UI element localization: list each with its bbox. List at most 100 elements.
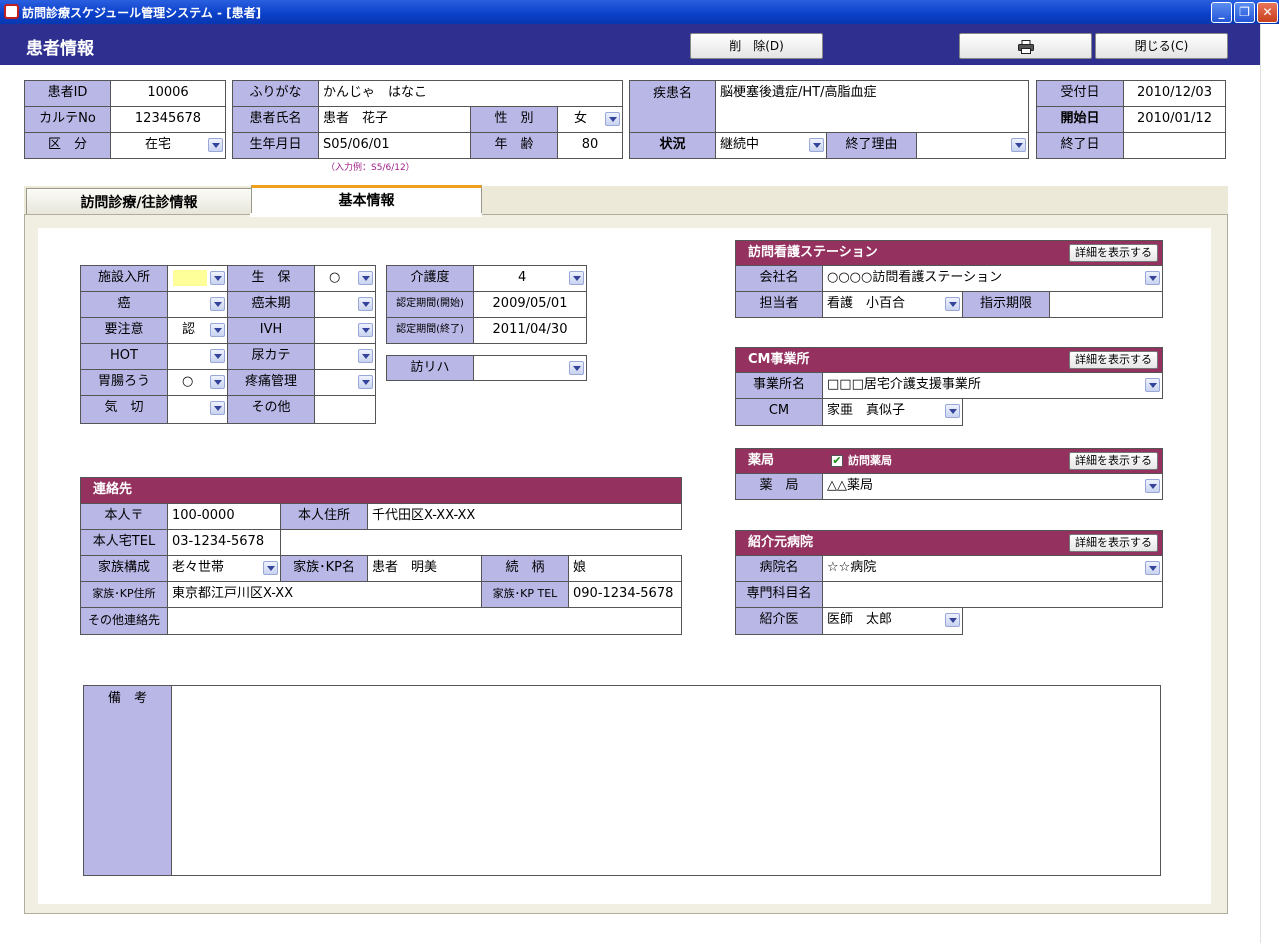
chevron-down-icon[interactable] — [1145, 271, 1160, 285]
status-select[interactable]: 継続中 — [715, 132, 827, 159]
irou-value: ○ — [182, 374, 194, 389]
nintei-end-field[interactable]: 2011/04/30 — [473, 317, 587, 344]
restore-button[interactable]: ❐ — [1234, 2, 1255, 23]
close-window-button[interactable]: ✕ — [1257, 2, 1278, 23]
hospital-doctor-select[interactable]: 医師 太郎 — [822, 607, 963, 635]
nintei-start-field[interactable]: 2009/05/01 — [473, 291, 587, 318]
chevron-down-icon[interactable] — [945, 297, 960, 311]
irou-select[interactable]: ○ — [167, 369, 228, 396]
chevron-down-icon[interactable] — [210, 271, 225, 285]
kubun-select[interactable]: 在宅 — [110, 132, 226, 159]
nursing-staff-select[interactable]: 看護 小百合 — [822, 291, 963, 318]
gan-select[interactable] — [167, 291, 228, 318]
kp-name-field[interactable]: 患者 明美 — [367, 555, 482, 582]
zip-field[interactable]: 100-0000 — [167, 503, 281, 530]
ivh-label: IVH — [227, 317, 315, 344]
chevron-down-icon[interactable] — [210, 323, 225, 337]
toutsu-select[interactable] — [314, 369, 376, 396]
address-field[interactable]: 千代田区X-XX-XX — [367, 503, 682, 530]
furigana-field[interactable]: かんじゃ はなこ — [318, 80, 623, 107]
seiho-select[interactable]: ○ — [314, 265, 376, 292]
disease-field[interactable]: 脳梗塞後遺症/HT/高脂血症 — [715, 80, 1029, 133]
chevron-down-icon[interactable] — [358, 349, 373, 363]
chevron-down-icon[interactable] — [569, 361, 584, 375]
houriha-select[interactable] — [473, 355, 587, 381]
end-date-field[interactable] — [1123, 132, 1226, 159]
chevron-down-icon[interactable] — [210, 401, 225, 415]
start-date-field[interactable]: 2010/01/12 — [1123, 106, 1226, 133]
chevron-down-icon[interactable] — [358, 297, 373, 311]
nyokate-select[interactable] — [314, 343, 376, 370]
cm-person-select[interactable]: 家亜 真似子 — [822, 398, 963, 426]
nursing-period-field[interactable] — [1049, 291, 1163, 318]
ganmakki-select[interactable] — [314, 291, 376, 318]
chevron-down-icon[interactable] — [358, 271, 373, 285]
chevron-down-icon[interactable] — [1145, 378, 1160, 392]
birth-field[interactable]: S05/06/01 — [318, 132, 471, 159]
chevron-down-icon[interactable] — [1145, 561, 1160, 575]
minimize-button[interactable]: _ — [1211, 2, 1232, 23]
karte-no-field[interactable]: 12345678 — [110, 106, 226, 133]
cm-detail-button[interactable]: 詳細を表示する — [1069, 351, 1158, 369]
chevron-down-icon[interactable] — [945, 613, 960, 627]
nursing-company-select[interactable]: ○○○○訪問看護ステーション — [822, 265, 1163, 292]
tel-field[interactable]: 03-1234-5678 — [167, 529, 281, 556]
chevron-down-icon[interactable] — [605, 112, 620, 126]
nursing-detail-button[interactable]: 詳細を表示する — [1069, 244, 1158, 262]
ivh-select[interactable] — [314, 317, 376, 344]
kaigo-select[interactable]: 4 — [473, 265, 587, 292]
kisetsu-select[interactable] — [167, 395, 228, 424]
hospital-dept-field[interactable] — [822, 581, 1163, 608]
sonota-field[interactable] — [314, 395, 376, 424]
close-button[interactable]: 閉じる(C) — [1095, 33, 1228, 59]
kp-address-field[interactable]: 東京都江戸川区X-XX — [167, 581, 482, 608]
chevron-down-icon[interactable] — [569, 271, 584, 285]
cm-office-select[interactable]: □□□居宅介護支援事業所 — [822, 372, 1163, 399]
patient-id-field[interactable]: 10006 — [110, 80, 226, 107]
hospital-name-select[interactable]: ☆☆病院 — [822, 555, 1163, 582]
pharmacy-name-label: 薬 局 — [735, 473, 823, 500]
nintei-end-label: 認定期間(終了) — [386, 317, 474, 344]
uketsuke-field[interactable]: 2010/12/03 — [1123, 80, 1226, 107]
tab-basic-info[interactable]: 基本情報 — [251, 185, 482, 216]
nursing-section-header: 訪問看護ステーション 詳細を表示する — [735, 240, 1163, 266]
kaigo-value: 4 — [518, 270, 527, 285]
family-select[interactable]: 老々世帯 — [167, 555, 281, 582]
chevron-down-icon[interactable] — [210, 297, 225, 311]
chevron-down-icon[interactable] — [263, 561, 278, 575]
remarks-textarea[interactable] — [171, 685, 1161, 876]
chevron-down-icon[interactable] — [208, 138, 223, 152]
chevron-down-icon[interactable] — [809, 138, 824, 152]
sex-select[interactable]: 女 — [557, 106, 623, 133]
pharmacy-name-select[interactable]: △△薬局 — [822, 473, 1163, 500]
youchui-select[interactable]: 認 — [167, 317, 228, 344]
patient-name-field[interactable]: 患者 花子 — [318, 106, 471, 133]
nursing-title: 訪問看護ステーション — [748, 245, 878, 260]
print-button[interactable] — [959, 33, 1092, 59]
checkbox-checked-icon[interactable]: ✔ — [831, 455, 843, 467]
shisetsu-select[interactable] — [167, 265, 228, 292]
chevron-down-icon[interactable] — [210, 375, 225, 389]
tab-visit-info[interactable]: 訪問診療/往診情報 — [26, 188, 252, 216]
chevron-down-icon[interactable] — [945, 404, 960, 418]
chevron-down-icon[interactable] — [358, 375, 373, 389]
other-contact-field[interactable] — [167, 607, 682, 635]
chevron-down-icon[interactable] — [210, 349, 225, 363]
end-date-label: 終了日 — [1036, 132, 1124, 159]
relation-field[interactable]: 娘 — [568, 555, 682, 582]
contact-section-header: 連絡先 — [80, 477, 682, 504]
kp-tel-label: 家族･KP TEL — [481, 581, 569, 608]
karte-no-label: カルテNo — [24, 106, 111, 133]
pharmacy-detail-button[interactable]: 詳細を表示する — [1069, 452, 1158, 470]
youchui-label: 要注意 — [80, 317, 168, 344]
chevron-down-icon[interactable] — [358, 323, 373, 337]
hospital-detail-button[interactable]: 詳細を表示する — [1069, 534, 1158, 552]
delete-button[interactable]: 削 除(D) — [690, 33, 823, 59]
chevron-down-icon[interactable] — [1011, 138, 1026, 152]
kp-tel-field[interactable]: 090-1234-5678 — [568, 581, 682, 608]
hospital-title: 紹介元病院 — [748, 535, 814, 550]
end-reason-select[interactable] — [916, 132, 1029, 159]
cm-section-header: CM事業所 詳細を表示する — [735, 347, 1163, 373]
chevron-down-icon[interactable] — [1145, 479, 1160, 493]
hot-select[interactable] — [167, 343, 228, 370]
